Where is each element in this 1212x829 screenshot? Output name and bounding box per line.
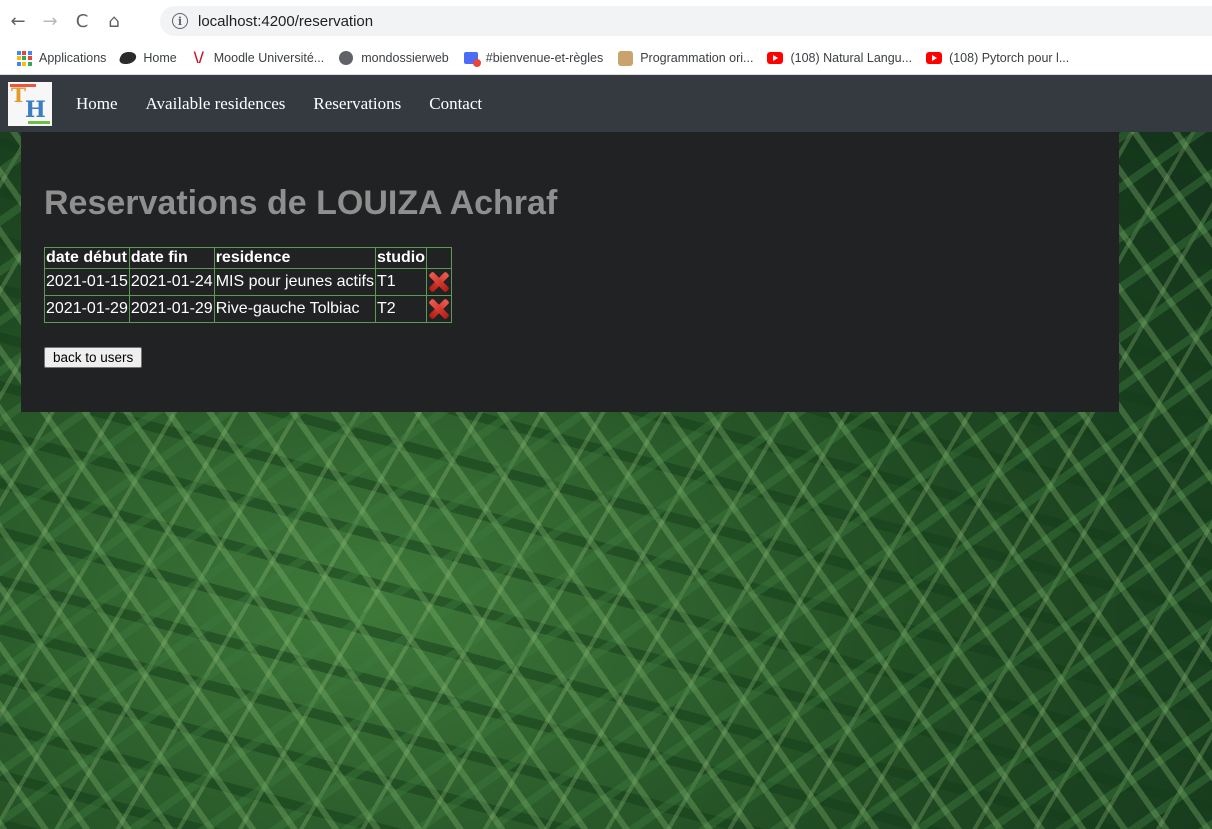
back-arrow-icon[interactable]: ← bbox=[4, 7, 32, 35]
bookmarks-bar: Applications Home \/ Moodle Université..… bbox=[0, 42, 1212, 75]
nav-available-residences[interactable]: Available residences bbox=[146, 94, 286, 114]
bookmark-mondossierweb[interactable]: mondossierweb bbox=[338, 50, 449, 66]
delete-x-icon[interactable] bbox=[428, 271, 450, 293]
chat-icon bbox=[463, 50, 481, 67]
delete-x-icon[interactable] bbox=[428, 298, 450, 320]
cell-studio: T2 bbox=[374, 295, 427, 323]
cell-date-debut: 2021-01-29 bbox=[44, 295, 130, 323]
bookmark-label: (108) Natural Langu... bbox=[790, 51, 913, 65]
bookmark-label: (108) Pytorch pour l... bbox=[949, 51, 1070, 65]
nav-contact[interactable]: Contact bbox=[429, 94, 482, 114]
bookmark-bienvenue[interactable]: #bienvenue-et-règles bbox=[463, 50, 604, 67]
page-background: T H Home Available residences Reservatio… bbox=[0, 75, 1212, 829]
header-residence: residence bbox=[213, 247, 376, 269]
bookmark-natural-language[interactable]: (108) Natural Langu... bbox=[767, 50, 912, 66]
info-icon[interactable]: i bbox=[172, 13, 188, 29]
reservations-table: date début date fin residence studio 202… bbox=[44, 247, 452, 323]
header-studio: studio bbox=[374, 247, 427, 269]
bookmark-pytorch[interactable]: (108) Pytorch pour l... bbox=[926, 50, 1069, 66]
site-logo[interactable]: T H bbox=[8, 81, 52, 126]
nav-home[interactable]: Home bbox=[76, 94, 118, 114]
header-date-fin: date fin bbox=[128, 247, 215, 269]
bookmark-moodle[interactable]: \/ Moodle Université... bbox=[191, 50, 325, 66]
bookmark-label: Programmation ori... bbox=[640, 51, 754, 65]
header-date-debut: date début bbox=[44, 247, 130, 269]
bookmark-applications[interactable]: Applications bbox=[16, 50, 106, 66]
browser-toolbar: ← → C ⌂ i localhost:4200/reservation bbox=[0, 0, 1212, 42]
cell-residence: Rive-gauche Tolbiac bbox=[213, 295, 376, 323]
header-actions bbox=[425, 247, 452, 269]
youtube-icon bbox=[767, 50, 784, 66]
reload-icon[interactable]: C bbox=[68, 7, 96, 35]
address-bar[interactable]: i localhost:4200/reservation bbox=[160, 6, 1212, 36]
home-icon[interactable]: ⌂ bbox=[100, 7, 128, 35]
table-row: 2021-01-29 2021-01-29 Rive-gauche Tolbia… bbox=[44, 295, 452, 323]
apps-grid-icon bbox=[16, 50, 32, 66]
back-to-users-button[interactable]: back to users bbox=[44, 347, 143, 368]
bookmark-home[interactable]: Home bbox=[118, 50, 177, 66]
bookmark-label: Home bbox=[143, 51, 177, 65]
cell-date-fin: 2021-01-29 bbox=[128, 295, 215, 323]
globe-icon bbox=[338, 50, 354, 66]
page-title: Reservations de LOUIZA Achraf bbox=[44, 184, 558, 222]
bookmark-label: Applications bbox=[39, 51, 107, 65]
url-text[interactable]: localhost:4200/reservation bbox=[198, 13, 373, 30]
table-row: 2021-01-15 2021-01-24 MIS pour jeunes ac… bbox=[44, 268, 452, 296]
cell-studio: T1 bbox=[374, 268, 427, 296]
cell-actions bbox=[425, 295, 452, 323]
content-panel: Reservations de LOUIZA Achraf date début… bbox=[21, 132, 1119, 412]
youtube-icon bbox=[926, 50, 943, 66]
cell-date-fin: 2021-01-24 bbox=[128, 268, 215, 296]
cell-date-debut: 2021-01-15 bbox=[44, 268, 130, 296]
moodle-icon: \/ bbox=[193, 50, 204, 66]
bookmark-label: Moodle Université... bbox=[213, 51, 325, 65]
bookmark-programmation[interactable]: Programmation ori... bbox=[617, 50, 753, 66]
bird-icon bbox=[118, 50, 139, 66]
bookmark-label: #bienvenue-et-règles bbox=[485, 51, 604, 65]
bookmark-label: mondossierweb bbox=[361, 51, 449, 65]
cell-residence: MIS pour jeunes actifs bbox=[213, 268, 376, 296]
navbar: T H Home Available residences Reservatio… bbox=[0, 75, 1212, 132]
table-header-row: date début date fin residence studio bbox=[44, 247, 452, 269]
avatar-icon bbox=[617, 50, 633, 66]
nav-reservations[interactable]: Reservations bbox=[313, 94, 401, 114]
cell-actions bbox=[425, 268, 452, 296]
forward-arrow-icon[interactable]: → bbox=[36, 7, 64, 35]
